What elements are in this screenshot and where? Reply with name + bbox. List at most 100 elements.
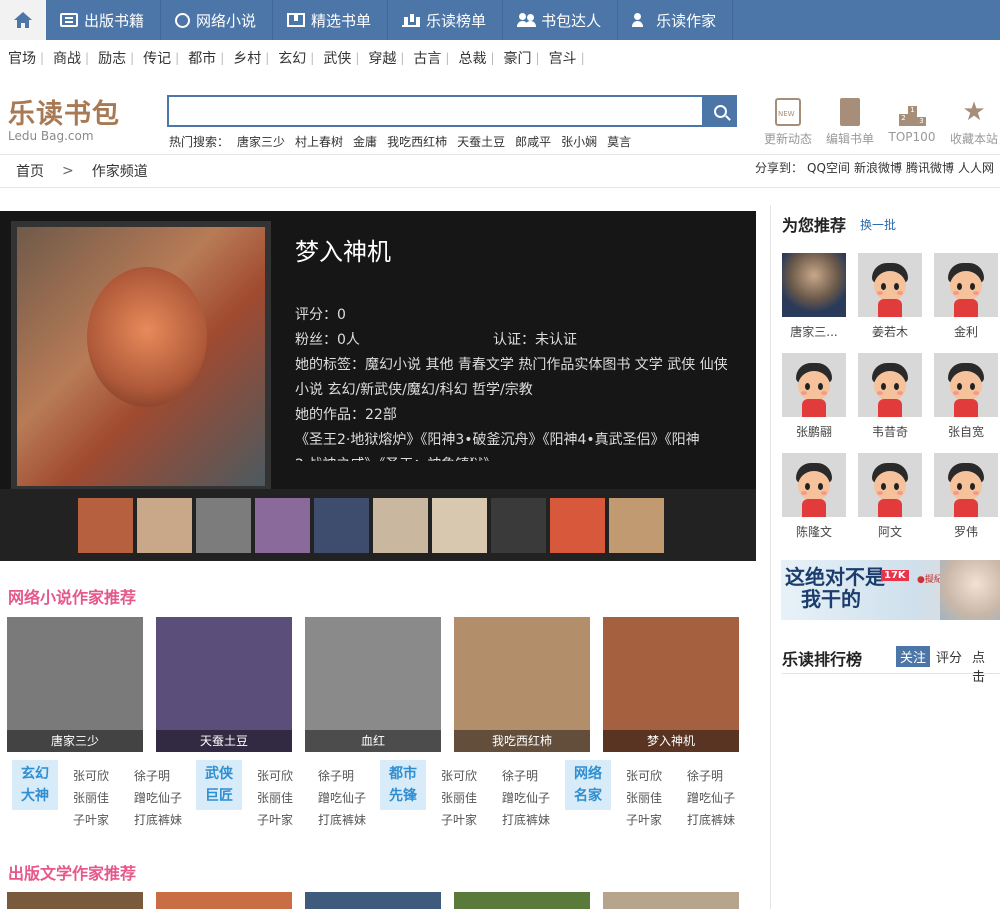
breadcrumb-home[interactable]: 首页 bbox=[16, 161, 44, 181]
publish-writer-photo[interactable] bbox=[7, 892, 143, 909]
genre-link[interactable]: 总裁 bbox=[458, 48, 486, 68]
genre-link[interactable]: 穿越 bbox=[368, 48, 396, 68]
hot-keyword[interactable]: 唐家三少 bbox=[237, 133, 285, 150]
top100-button[interactable]: 2 1 3 TOP100 bbox=[881, 98, 943, 147]
category-writer-link[interactable]: 打底裤妹 bbox=[502, 811, 550, 828]
nav-item-ranking[interactable]: 乐读榜单 bbox=[388, 0, 504, 40]
hot-keyword[interactable]: 我吃西红柿 bbox=[387, 133, 447, 150]
publish-writer-photo[interactable] bbox=[305, 892, 441, 909]
category-writer-link[interactable]: 蹭吃仙子 bbox=[134, 789, 182, 806]
share-target[interactable]: 人人网 bbox=[958, 159, 994, 176]
genre-link[interactable]: 商战 bbox=[53, 48, 81, 68]
recommend-card[interactable]: 张鹏翮 bbox=[782, 353, 846, 440]
writer-card[interactable]: 梦入神机 bbox=[603, 617, 739, 752]
category-writer-link[interactable]: 张丽佳 bbox=[626, 789, 662, 806]
category-writer-link[interactable]: 徐子明 bbox=[687, 767, 723, 784]
ranking-tab-score[interactable]: 评分 bbox=[932, 646, 966, 667]
category-writer-link[interactable]: 张可欣 bbox=[73, 767, 109, 784]
site-logo[interactable]: 乐读书包 Ledu Bag.com bbox=[8, 92, 120, 143]
recommend-card[interactable]: 张自宽 bbox=[934, 353, 998, 440]
recommend-card[interactable]: 阿文 bbox=[858, 453, 922, 540]
hot-keyword[interactable]: 天蚕土豆 bbox=[457, 133, 505, 150]
nav-item-writers[interactable]: 乐读作家 bbox=[618, 0, 734, 40]
recommend-card[interactable]: 罗伟 bbox=[934, 453, 998, 540]
author-thumbnail[interactable] bbox=[432, 498, 487, 553]
category-writer-link[interactable]: 徐子明 bbox=[318, 767, 354, 784]
nav-item-lists[interactable]: 精选书单 bbox=[273, 0, 389, 40]
category-writer-link[interactable]: 张丽佳 bbox=[441, 789, 477, 806]
author-thumbnail[interactable] bbox=[550, 498, 605, 553]
recommend-card[interactable]: 陈隆文 bbox=[782, 453, 846, 540]
nav-item-experts[interactable]: 书包达人 bbox=[503, 0, 619, 40]
genre-link[interactable]: 官场 bbox=[8, 48, 36, 68]
category-tag[interactable]: 网络 名家 bbox=[565, 760, 611, 810]
author-thumbnail[interactable] bbox=[373, 498, 428, 553]
hot-keyword[interactable]: 张小娴 bbox=[561, 133, 597, 150]
hot-keyword[interactable]: 村上春树 bbox=[295, 133, 343, 150]
category-tag[interactable]: 玄幻 大神 bbox=[12, 760, 58, 810]
category-writer-link[interactable]: 子叶家 bbox=[73, 811, 109, 828]
share-target[interactable]: QQ空间 bbox=[807, 159, 850, 176]
edit-list-button[interactable]: 编辑书单 bbox=[819, 98, 881, 147]
search-input[interactable] bbox=[167, 95, 704, 127]
author-thumbnail[interactable] bbox=[609, 498, 664, 553]
author-works-list-cont[interactable]: 2·战神之威》《圣王：神象镇狱》 bbox=[295, 453, 497, 461]
recommend-card[interactable]: 韦昔奇 bbox=[858, 353, 922, 440]
category-writer-link[interactable]: 子叶家 bbox=[626, 811, 662, 828]
ranking-tab-follow[interactable]: 关注 bbox=[896, 646, 931, 667]
genre-link[interactable]: 古言 bbox=[413, 48, 441, 68]
hot-keyword[interactable]: 莫言 bbox=[607, 133, 631, 150]
share-target[interactable]: 新浪微博 bbox=[854, 159, 902, 176]
category-writer-link[interactable]: 蹭吃仙子 bbox=[502, 789, 550, 806]
refresh-link[interactable]: 换一批 bbox=[860, 216, 896, 233]
recommend-card[interactable]: 唐家三... bbox=[782, 253, 846, 340]
genre-link[interactable]: 宫斗 bbox=[549, 48, 577, 68]
category-tag[interactable]: 武侠 巨匠 bbox=[196, 760, 242, 810]
nav-item-novels[interactable]: 网络小说 bbox=[161, 0, 274, 40]
writer-card[interactable]: 我吃西红柿 bbox=[454, 617, 590, 752]
writer-card[interactable]: 天蚕土豆 bbox=[156, 617, 292, 752]
author-works-list[interactable]: 《圣王2·地狱熔炉》《阳神3•破釜沉舟》《阳神4•真武圣侣》《阳神 bbox=[295, 428, 700, 453]
bookmark-site-button[interactable]: ★ 收藏本站 bbox=[943, 98, 1000, 147]
category-writer-link[interactable]: 张可欣 bbox=[626, 767, 662, 784]
category-writer-link[interactable]: 张丽佳 bbox=[257, 789, 293, 806]
category-writer-link[interactable]: 徐子明 bbox=[502, 767, 538, 784]
author-thumbnail[interactable] bbox=[78, 498, 133, 553]
author-thumbnail[interactable] bbox=[255, 498, 310, 553]
genre-link[interactable]: 传记 bbox=[143, 48, 171, 68]
author-thumbnail[interactable] bbox=[491, 498, 546, 553]
genre-link[interactable]: 武侠 bbox=[323, 48, 351, 68]
home-button[interactable] bbox=[0, 0, 46, 40]
category-writer-link[interactable]: 蹭吃仙子 bbox=[687, 789, 735, 806]
writer-card[interactable]: 血红 bbox=[305, 617, 441, 752]
category-writer-link[interactable]: 徐子明 bbox=[134, 767, 170, 784]
category-writer-link[interactable]: 蹭吃仙子 bbox=[318, 789, 366, 806]
category-writer-link[interactable]: 子叶家 bbox=[441, 811, 477, 828]
ranking-tab-clicks[interactable]: 点击 bbox=[968, 646, 1000, 686]
author-thumbnail[interactable] bbox=[196, 498, 251, 553]
genre-link[interactable]: 玄幻 bbox=[278, 48, 306, 68]
category-tag[interactable]: 都市 先锋 bbox=[380, 760, 426, 810]
category-writer-link[interactable]: 张可欣 bbox=[257, 767, 293, 784]
genre-link[interactable]: 豪门 bbox=[504, 48, 532, 68]
category-writer-link[interactable]: 张丽佳 bbox=[73, 789, 109, 806]
hot-keyword[interactable]: 金庸 bbox=[353, 133, 377, 150]
recommend-card[interactable]: 金利 bbox=[934, 253, 998, 340]
promo-banner[interactable]: 这绝对不是 我干的 17K ●擬紀年 bbox=[781, 560, 1000, 620]
writer-card[interactable]: 唐家三少 bbox=[7, 617, 143, 752]
category-writer-link[interactable]: 打底裤妹 bbox=[134, 811, 182, 828]
publish-writer-photo[interactable] bbox=[454, 892, 590, 909]
genre-link[interactable]: 都市 bbox=[188, 48, 216, 68]
author-thumbnail[interactable] bbox=[314, 498, 369, 553]
share-target[interactable]: 腾讯微博 bbox=[906, 159, 954, 176]
author-thumbnail[interactable] bbox=[137, 498, 192, 553]
publish-writer-photo[interactable] bbox=[603, 892, 739, 909]
hot-keyword[interactable]: 郎咸平 bbox=[515, 133, 551, 150]
genre-link[interactable]: 乡村 bbox=[233, 48, 261, 68]
nav-item-books[interactable]: 出版书籍 bbox=[46, 0, 162, 40]
category-writer-link[interactable]: 打底裤妹 bbox=[687, 811, 735, 828]
updates-button[interactable]: 更新动态 bbox=[757, 98, 819, 147]
category-writer-link[interactable]: 打底裤妹 bbox=[318, 811, 366, 828]
recommend-card[interactable]: 姜若木 bbox=[858, 253, 922, 340]
genre-link[interactable]: 励志 bbox=[98, 48, 126, 68]
